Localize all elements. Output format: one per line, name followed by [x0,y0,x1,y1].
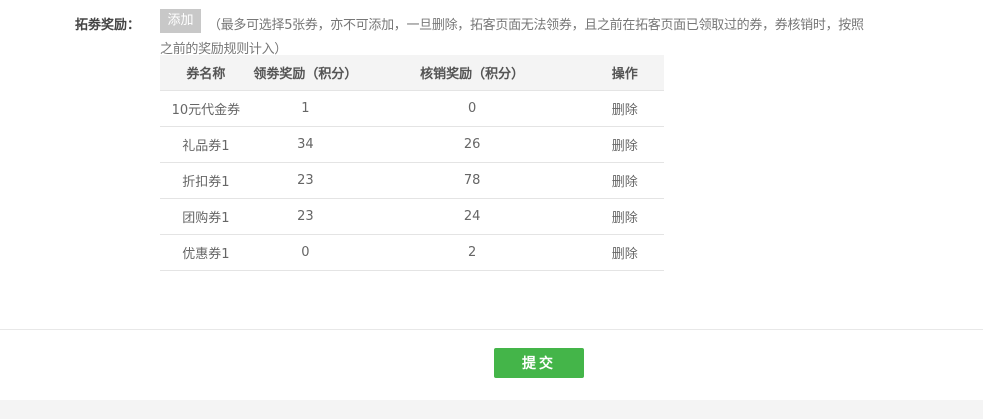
coupon-name-cell: 10元代金券 [160,90,252,127]
column-header-get-reward: 领劵奖励（积分） [251,55,359,91]
table-header-row: 券名称 领劵奖励（积分） 核销奖励（积分） 操作 [160,55,664,91]
footer-band [0,400,983,419]
verify-reward-cell: 0 [358,90,586,127]
action-cell: 删除 [585,198,664,235]
table-row: 优惠券1 0 2 删除 [160,234,664,271]
get-reward-cell: 23 [251,198,359,235]
coupon-name-cell: 优惠券1 [160,234,252,271]
action-cell: 删除 [585,126,664,163]
action-cell: 删除 [585,234,664,271]
coupon-reward-label: 拓劵奖励： [75,18,141,33]
submit-button[interactable]: 提交 [494,348,584,378]
delete-link[interactable]: 删除 [612,103,638,118]
get-reward-cell: 1 [251,90,359,127]
coupon-table: 券名称 领劵奖励（积分） 核销奖励（积分） 操作 10元代金券 1 0 删除 礼… [160,55,664,271]
table-row: 10元代金券 1 0 删除 [160,90,664,127]
get-reward-cell: 34 [251,126,359,163]
coupon-reward-form-row: 拓劵奖励： 添加 （最多可选择5张券，亦不可添加，一旦删除，拓客页面无法领券，且… [0,0,983,330]
verify-reward-cell: 26 [358,126,586,163]
column-header-action: 操作 [585,55,664,91]
delete-link[interactable]: 删除 [612,247,638,262]
get-reward-cell: 23 [251,162,359,199]
add-coupon-button[interactable]: 添加 [160,9,201,33]
coupon-name-cell: 折扣券1 [160,162,252,199]
table-row: 团购券1 23 24 删除 [160,198,664,235]
verify-reward-cell: 24 [358,198,586,235]
get-reward-cell: 0 [251,234,359,271]
verify-reward-cell: 2 [358,234,586,271]
column-header-verify-reward: 核销奖励（积分） [358,55,586,91]
verify-reward-cell: 78 [358,162,586,199]
page: 拓劵奖励： 添加 （最多可选择5张券，亦不可添加，一旦删除，拓客页面无法领券，且… [0,0,983,419]
delete-link[interactable]: 删除 [612,211,638,226]
section-divider [0,329,983,330]
table-row: 折扣券1 23 78 删除 [160,162,664,199]
action-cell: 删除 [585,162,664,199]
coupon-name-cell: 团购券1 [160,198,252,235]
delete-link[interactable]: 删除 [612,175,638,190]
hint-text-line1: （最多可选择5张券，亦不可添加，一旦删除，拓客页面无法领券，且之前在拓客页面已领… [208,18,864,33]
column-header-coupon-name: 券名称 [160,55,252,91]
delete-link[interactable]: 删除 [612,139,638,154]
coupon-name-cell: 礼品券1 [160,126,252,163]
action-cell: 删除 [585,90,664,127]
table-row: 礼品券1 34 26 删除 [160,126,664,163]
